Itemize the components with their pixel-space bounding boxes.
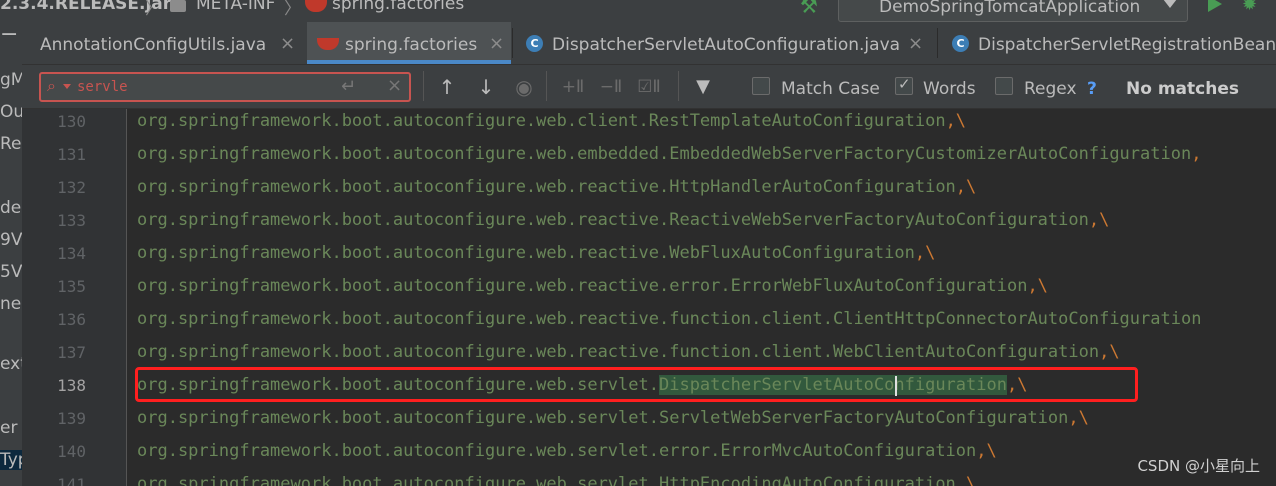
line-number-current: 138 <box>57 376 86 395</box>
search-status: No matches <box>1126 79 1239 99</box>
line-number: 132 <box>57 178 86 197</box>
line-number: 131 <box>57 145 86 164</box>
words-label[interactable]: Words <box>923 79 976 99</box>
tab-label: spring.factories <box>345 35 478 55</box>
tab-annotation-config-utils[interactable]: AnnotationConfigUtils.java × <box>22 22 306 64</box>
java-class-icon: C <box>952 35 969 52</box>
code-line[interactable]: org.springframework.boot.autoconfigure.w… <box>137 144 1201 164</box>
project-item[interactable]: ne <box>0 294 21 314</box>
words-checkbox[interactable] <box>895 75 913 95</box>
project-item[interactable]: Re <box>0 134 22 154</box>
previous-occurrence-icon[interactable]: ↑ <box>434 75 460 101</box>
build-hammer-icon[interactable]: ⚒ <box>800 0 818 18</box>
toolbar-divider <box>678 71 679 101</box>
line-number: 137 <box>57 343 86 362</box>
project-item[interactable]: 5Va <box>0 262 22 282</box>
project-item[interactable]: de <box>0 198 21 218</box>
filter-icon[interactable]: ▼ <box>690 75 716 101</box>
line-number: 139 <box>57 409 86 428</box>
toolbar-divider <box>423 71 424 101</box>
tab-dispatcher-servlet-auto-configuration[interactable]: C DispatcherServletAutoConfiguration.jav… <box>512 22 936 64</box>
search-history-chevron-icon[interactable] <box>63 84 71 89</box>
next-occurrence-icon[interactable]: ↓ <box>473 75 499 101</box>
project-item[interactable]: er <box>0 418 17 438</box>
newline-icon[interactable]: ↵ <box>341 76 356 97</box>
search-icon[interactable]: ⌕ <box>47 76 56 96</box>
code-line[interactable]: org.springframework.boot.autoconfigure.w… <box>137 111 966 131</box>
line-number: 136 <box>57 310 86 329</box>
breadcrumb-separator: 〉 <box>145 0 162 19</box>
project-item[interactable]: gM <box>0 70 22 90</box>
code-line[interactable]: org.springframework.boot.autoconfigure.w… <box>137 309 1201 329</box>
code-line[interactable]: org.springframework.boot.autoconfigure.w… <box>137 474 976 486</box>
breadcrumb-file[interactable]: spring.factories <box>332 0 464 14</box>
project-item[interactable]: 9Va <box>0 230 22 250</box>
find-all-occurrences-icon[interactable]: ◉ <box>511 75 537 101</box>
java-class-icon: C <box>526 35 543 52</box>
tab-label: DispatcherServletRegistrationBean <box>978 35 1276 55</box>
close-icon[interactable]: × <box>489 33 504 54</box>
search-input-value[interactable]: servle <box>77 79 128 95</box>
run-configuration-dropdown[interactable]: DemoSpringTomcatApplication <box>838 0 1188 22</box>
line-number: 130 <box>57 112 86 131</box>
close-icon[interactable]: × <box>280 33 295 54</box>
project-panel-strip: − gM Ou Re de 9Va 5Va ne ext er Typ <box>0 22 23 486</box>
tab-label: DispatcherServletAutoConfiguration.java <box>552 35 901 55</box>
run-icon[interactable] <box>1208 0 1222 12</box>
project-item[interactable]: ext <box>0 354 22 374</box>
chevron-down-icon <box>1163 0 1177 8</box>
code-line[interactable]: org.springframework.boot.autoconfigure.w… <box>137 177 976 197</box>
code-line[interactable]: org.springframework.boot.autoconfigure.w… <box>137 441 997 461</box>
code-line[interactable]: org.springframework.boot.autoconfigure.w… <box>137 210 1109 230</box>
code-line[interactable]: org.springframework.boot.autoconfigure.w… <box>137 276 1048 296</box>
breadcrumb: 2.3.4.RELEASE.jar 〉 META-INF 〉 spring.fa… <box>0 0 1276 22</box>
spring-factories-icon <box>317 38 339 50</box>
editor-tabs: AnnotationConfigUtils.java × spring.fact… <box>22 22 1276 65</box>
find-bar: ⌕ servle ↵ × ↑ ↓ ◉ +Ⅱ −Ⅱ ☑Ⅱ ▼ Match Case… <box>22 65 1276 109</box>
search-input[interactable]: ⌕ servle ↵ × <box>39 72 411 102</box>
text-caret <box>895 376 897 396</box>
tab-spring-factories[interactable]: spring.factories × <box>307 22 511 64</box>
line-number-gutter: 130 131 132 133 134 135 136 137 138 139 … <box>22 109 127 486</box>
clear-search-icon[interactable]: × <box>387 75 402 96</box>
code-line[interactable]: org.springframework.boot.autoconfigure.w… <box>137 243 935 263</box>
remove-occurrence-icon[interactable]: −Ⅱ <box>598 75 624 101</box>
line-number: 134 <box>57 244 86 263</box>
code-editor[interactable]: org.springframework.boot.autoconfigure.w… <box>127 109 1276 486</box>
code-line[interactable]: org.springframework.boot.autoconfigure.w… <box>137 342 1120 362</box>
folder-icon <box>170 0 186 12</box>
run-configuration-label: DemoSpringTomcatApplication <box>879 0 1141 17</box>
toolbar-divider <box>546 71 547 101</box>
add-occurrence-icon[interactable]: +Ⅱ <box>560 75 586 101</box>
match-case-label[interactable]: Match Case <box>781 79 880 99</box>
project-item[interactable]: Ou <box>0 102 22 122</box>
close-icon[interactable]: × <box>908 33 923 54</box>
line-number: 141 <box>57 475 86 486</box>
spring-factories-icon <box>305 0 327 12</box>
regex-checkbox[interactable] <box>995 77 1013 95</box>
collapse-icon[interactable]: − <box>0 22 18 47</box>
debug-icon[interactable]: ✹ <box>1242 0 1257 15</box>
line-number: 135 <box>57 277 86 296</box>
line-number: 133 <box>57 211 86 230</box>
breadcrumb-separator: 〉 <box>284 0 301 19</box>
breadcrumb-folder[interactable]: META-INF <box>196 0 275 14</box>
tab-label: AnnotationConfigUtils.java <box>40 35 267 55</box>
regex-label[interactable]: Regex <box>1024 79 1077 99</box>
annotation-highlight-box <box>135 367 1138 402</box>
regex-help-icon[interactable]: ? <box>1087 79 1097 99</box>
watermark: CSDN @小星向上 <box>1137 457 1260 475</box>
tab-dispatcher-servlet-registration-bean[interactable]: C DispatcherServletRegistrationBean <box>938 22 1276 64</box>
select-all-occurrences-icon[interactable]: ☑Ⅱ <box>636 75 662 101</box>
match-case-checkbox[interactable] <box>752 77 770 95</box>
line-number: 140 <box>57 442 86 461</box>
project-item-selected[interactable]: Typ <box>0 450 22 470</box>
code-line[interactable]: org.springframework.boot.autoconfigure.w… <box>137 408 1089 428</box>
